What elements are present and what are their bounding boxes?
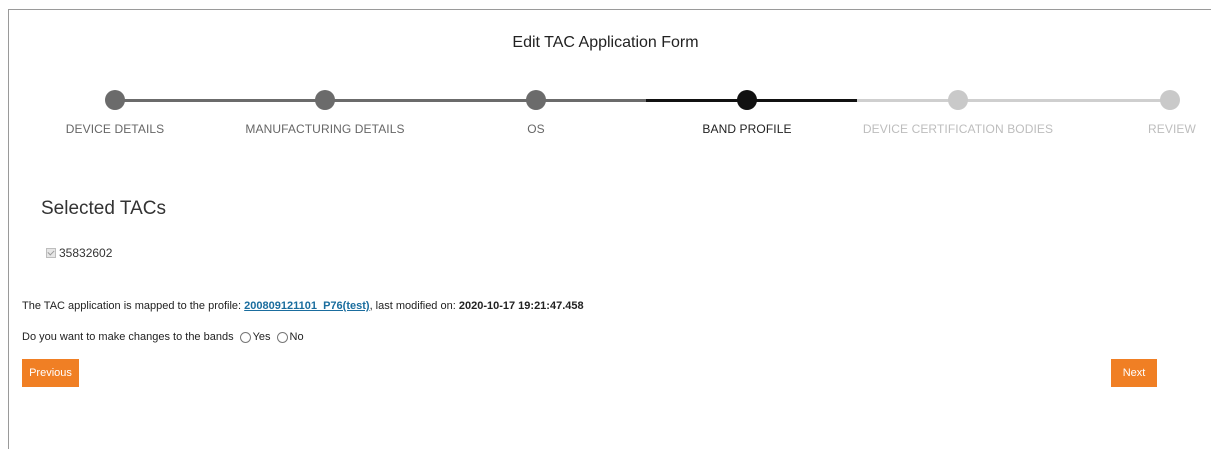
bands-no-label[interactable]: No — [290, 331, 304, 343]
step-dot-device-certification-bodies[interactable] — [948, 90, 968, 110]
mapping-middle: , last modified on: — [369, 300, 459, 312]
selected-tacs-heading: Selected TACs — [41, 198, 166, 219]
stepper-connector-1 — [115, 99, 325, 102]
stepper-connector-4 — [747, 99, 857, 102]
step-dot-os[interactable] — [526, 90, 546, 110]
form-frame — [8, 9, 1211, 449]
tac-value: 35832602 — [59, 246, 113, 260]
mapping-prefix: The TAC application is mapped to the pro… — [22, 300, 245, 312]
bands-yes-label[interactable]: Yes — [253, 331, 271, 343]
stepper-connector-5 — [958, 99, 1170, 102]
previous-button[interactable]: Previous — [22, 359, 79, 387]
stepper-connector-4b — [857, 99, 958, 102]
step-dot-review[interactable] — [1160, 90, 1180, 110]
step-dot-band-profile[interactable] — [737, 90, 757, 110]
next-button[interactable]: Next — [1111, 359, 1157, 387]
profile-mapping-text: The TAC application is mapped to the pro… — [22, 300, 584, 312]
step-dot-manufacturing-details[interactable] — [315, 90, 335, 110]
step-dot-device-details[interactable] — [105, 90, 125, 110]
stepper-connector-3b — [646, 99, 747, 102]
bands-yes-radio[interactable] — [239, 331, 251, 343]
step-label-os[interactable]: OS — [527, 122, 545, 136]
step-label-review[interactable]: REVIEW — [1148, 122, 1196, 136]
bands-question: Do you want to make changes to the bands… — [22, 331, 304, 343]
step-label-manufacturing-details[interactable]: MANUFACTURING DETAILS — [245, 122, 404, 136]
last-modified-value: 2020-10-17 19:21:47.458 — [458, 300, 584, 312]
page-title: Edit TAC Application Form — [512, 34, 699, 51]
stepper-connector-3 — [536, 99, 646, 102]
step-label-band-profile[interactable]: BAND PROFILE — [702, 122, 791, 136]
profile-link[interactable]: 200809121101_P76(test) — [244, 300, 369, 312]
bands-no-radio[interactable] — [276, 331, 288, 343]
bands-question-label: Do you want to make changes to the bands — [22, 331, 234, 343]
step-label-device-details[interactable]: DEVICE DETAILS — [66, 122, 165, 136]
step-label-device-certification-bodies[interactable]: DEVICE CERTIFICATION BODIES — [863, 122, 1053, 136]
tac-item: 35832602 — [46, 246, 112, 260]
tac-checkbox[interactable] — [46, 248, 56, 258]
stepper-connector-2 — [325, 99, 536, 102]
